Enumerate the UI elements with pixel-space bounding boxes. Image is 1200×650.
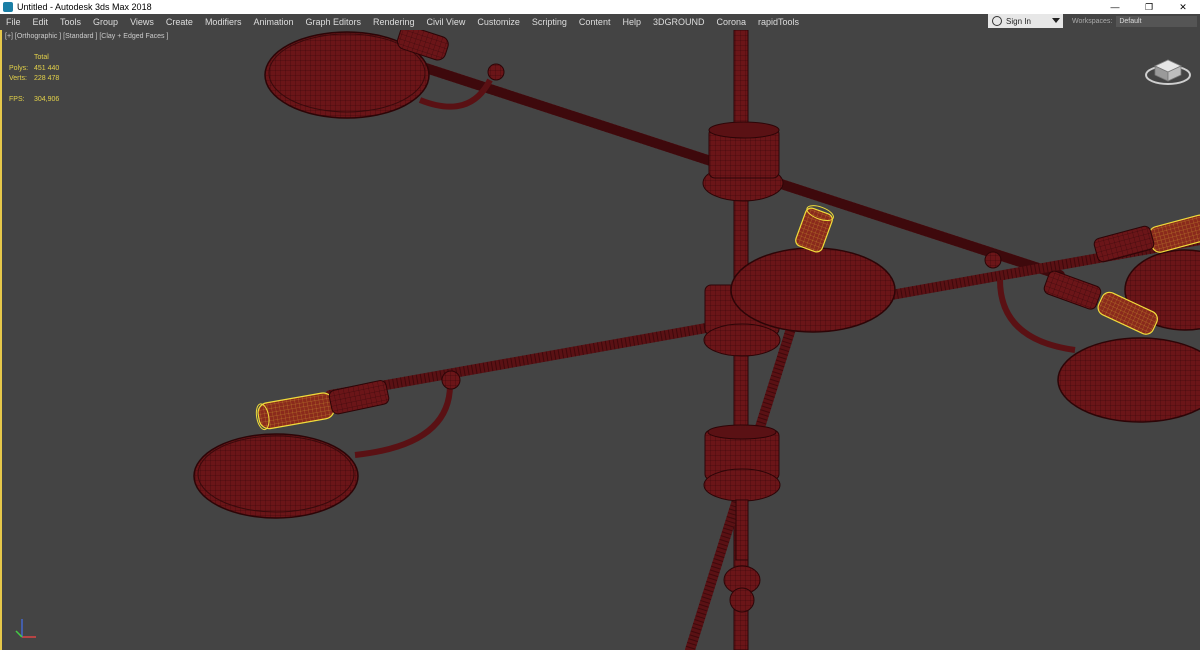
menu-modifiers[interactable]: Modifiers — [199, 17, 248, 27]
menu-rendering[interactable]: Rendering — [367, 17, 421, 27]
joint-top — [487, 63, 505, 81]
workspaces-dropdown[interactable]: Default — [1116, 16, 1198, 27]
chevron-down-icon — [1052, 18, 1060, 23]
menu-edit[interactable]: Edit — [27, 17, 55, 27]
fps-value: 304,906 — [34, 95, 60, 103]
menu-tools[interactable]: Tools — [54, 17, 87, 27]
verts-value: 228 478 — [34, 75, 60, 82]
bulb-selected-top — [795, 205, 834, 253]
polys-value: 451 440 — [34, 64, 60, 72]
axis-tripod-icon — [15, 619, 36, 638]
3dsmax-app-icon[interactable] — [3, 2, 13, 12]
sign-in-label: Sign In — [1006, 16, 1031, 26]
socket-left — [328, 380, 390, 415]
verts-label: Verts: — [9, 75, 27, 82]
polys-label: Polys: — [9, 64, 29, 72]
title-bar: Untitled - Autodesk 3ds Max 2018 — ❐ ✕ — [0, 0, 1200, 14]
menu-help[interactable]: Help — [616, 17, 647, 27]
maximize-icon[interactable]: ❐ — [1132, 0, 1166, 14]
fps-label: FPS: — [9, 95, 25, 103]
lamp-disc-right-lower — [1057, 337, 1200, 423]
menu-customize[interactable]: Customize — [471, 17, 526, 27]
menu-rapidtools[interactable]: rapidTools — [752, 17, 805, 27]
menu-animation[interactable]: Animation — [247, 17, 299, 27]
menu-corona[interactable]: Corona — [710, 17, 752, 27]
lamp-disc-left — [193, 433, 359, 519]
bulb-selected-left — [255, 392, 335, 431]
workspaces-label: Workspaces: — [1072, 18, 1113, 25]
menu-file[interactable]: File — [0, 17, 27, 27]
socket-right-lower — [1043, 270, 1102, 310]
stats-header: Total — [34, 54, 49, 61]
menu-content[interactable]: Content — [573, 17, 617, 27]
sign-in-dropdown[interactable]: Sign In — [988, 14, 1063, 28]
close-icon[interactable]: ✕ — [1166, 0, 1200, 14]
minimize-icon[interactable]: — — [1098, 0, 1132, 14]
window-title: Untitled - Autodesk 3ds Max 2018 — [17, 2, 152, 12]
window-controls: — ❐ ✕ — [1098, 0, 1200, 14]
viewport-statistics: Total Polys: 451 440 Verts: 228 478 FPS: 30… — [9, 53, 59, 105]
viewcube-icon[interactable] — [1143, 53, 1193, 88]
user-icon — [992, 16, 1002, 26]
menu-civil-view[interactable]: Civil View — [421, 17, 472, 27]
joint-right — [984, 251, 1002, 269]
scene-chandelier-model[interactable] — [0, 30, 1200, 650]
menu-3dground[interactable]: 3DGROUND — [647, 17, 711, 27]
viewport-label[interactable]: [+] [Orthographic ] [Standard ] [Clay + … — [5, 33, 168, 40]
joint-left — [441, 370, 461, 390]
workspaces-selector: Workspaces: Default — [1072, 14, 1198, 29]
lamp-disc-center — [730, 247, 896, 333]
menu-scripting[interactable]: Scripting — [526, 17, 573, 27]
menu-graph-editors[interactable]: Graph Editors — [299, 17, 367, 27]
menu-group[interactable]: Group — [87, 17, 124, 27]
bulb-selected-right-upper — [1148, 214, 1200, 253]
menu-views[interactable]: Views — [124, 17, 160, 27]
menu-create[interactable]: Create — [160, 17, 199, 27]
